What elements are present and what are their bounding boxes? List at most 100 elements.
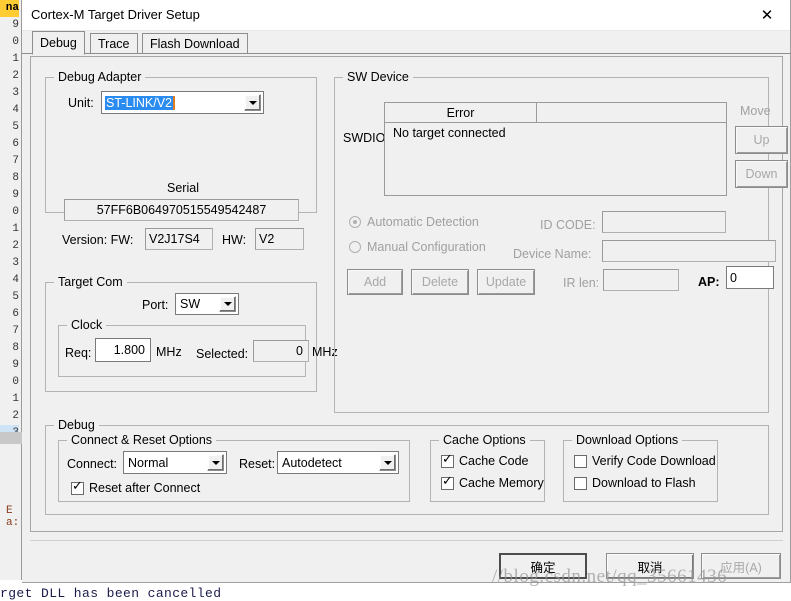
tab-trace[interactable]: Trace	[90, 33, 138, 54]
gutter-line: 4	[12, 104, 19, 116]
checkbox-unchecked-icon	[574, 476, 587, 490]
editor-scrollbar-thumb[interactable]	[0, 432, 22, 444]
chevron-down-icon[interactable]	[207, 454, 224, 471]
gutter-line: 9	[12, 19, 19, 31]
cancel-button[interactable]: 取消	[606, 553, 694, 579]
checkbox-cache-code-label: Cache Code	[459, 454, 529, 468]
id-code-label: ID CODE:	[540, 218, 596, 232]
target-driver-setup-dialog: Cortex-M Target Driver Setup ✕ Debug Tra…	[22, 0, 791, 583]
radio-automatic-detection: Automatic Detection	[349, 215, 479, 229]
gutter-line: 4	[12, 274, 19, 286]
ap-field[interactable]: 0	[726, 266, 774, 289]
group-cache-options: Cache Options Cache Code Cache Memory	[430, 433, 545, 502]
table-row[interactable]: No target connected	[385, 123, 726, 143]
gutter-line: 8	[12, 172, 19, 184]
group-sw-device: SW Device SWDIO Error No target connecte…	[334, 70, 788, 413]
group-target-com-legend: Target Com	[54, 275, 127, 289]
gutter-line: 0	[12, 206, 19, 218]
selected-label: Selected:	[196, 347, 249, 361]
port-combobox[interactable]: SW	[175, 293, 239, 315]
close-icon[interactable]: ✕	[744, 0, 790, 30]
ok-button[interactable]: 确定	[499, 553, 587, 579]
checkbox-cache-code[interactable]: Cache Code	[441, 452, 529, 468]
group-clock: Clock Req: 1.800 MHz Selected: 0 MHz	[58, 318, 338, 377]
column-header-blank[interactable]	[537, 103, 726, 122]
group-clock-legend: Clock	[67, 318, 107, 332]
footer-divider	[30, 540, 783, 541]
gutter-line: 6	[12, 138, 19, 150]
checkbox-download-to-flash-label: Download to Flash	[592, 476, 696, 490]
checkbox-verify-code-download[interactable]: Verify Code Download	[574, 454, 716, 468]
swdio-label: SWDIO	[343, 131, 386, 145]
tab-flash-download[interactable]: Flash Download	[142, 33, 248, 54]
gutter-line: 5	[12, 291, 19, 303]
group-debug-adapter: Debug Adapter Unit: ST-LINK/V2 Serial 57…	[45, 70, 317, 250]
gutter-line: 2	[12, 410, 19, 422]
checkbox-cache-memory[interactable]: Cache Memory	[441, 474, 544, 490]
req-label: Req:	[65, 346, 92, 360]
group-debug-adapter-legend: Debug Adapter	[54, 70, 146, 84]
delete-button: Delete	[411, 269, 469, 295]
sw-device-list-header: Error	[385, 103, 726, 123]
group-debug-legend: Debug	[54, 418, 99, 432]
reset-combobox-value: Autodetect	[282, 455, 342, 470]
dialog-title: Cortex-M Target Driver Setup	[31, 7, 200, 22]
checkbox-verify-code-download-label: Verify Code Download	[592, 454, 716, 468]
unit-label: Unit:	[68, 96, 94, 110]
reset-combobox[interactable]: Autodetect	[277, 451, 399, 474]
gutter-line: 8	[12, 342, 19, 354]
add-button: Add	[347, 269, 403, 295]
column-header-error[interactable]: Error	[385, 103, 537, 122]
dialog-titlebar: Cortex-M Target Driver Setup ✕	[22, 0, 790, 31]
gutter-line: 1	[12, 223, 19, 235]
port-label: Port:	[142, 298, 169, 312]
gutter-line: 3	[12, 257, 19, 269]
version-label: Version: FW:	[62, 233, 134, 247]
gutter-line: 1	[12, 53, 19, 65]
group-target-com: Target Com Port: SW Clock Req: 1.800 MHz…	[45, 275, 338, 392]
device-name-label: Device Name:	[513, 247, 592, 261]
move-up-button: Up	[735, 126, 788, 154]
gutter-line: 7	[12, 325, 19, 337]
group-connect-reset-legend: Connect & Reset Options	[67, 433, 217, 447]
req-clock-field[interactable]: 1.800	[95, 338, 151, 362]
checkbox-reset-after-connect[interactable]: Reset after Connect	[71, 479, 201, 495]
connect-combobox[interactable]: Normal	[123, 451, 227, 474]
chevron-down-icon[interactable]	[244, 94, 261, 111]
gutter-line: 5	[12, 121, 19, 133]
dialog-body-panel: Debug Adapter Unit: ST-LINK/V2 Serial 57…	[30, 56, 788, 532]
checkbox-reset-after-connect-label: Reset after Connect	[89, 481, 201, 495]
update-button: Update	[477, 269, 535, 295]
tab-strip: Debug Trace Flash Download	[22, 31, 791, 55]
port-combobox-value: SW	[180, 297, 201, 311]
id-code-field	[602, 211, 726, 233]
editor-line-number-gutter: na 9 0 1 2 3 4 5 6 7 8 9 0 1 2 3 4 5 6 7…	[0, 0, 22, 580]
group-connect-reset-options: Connect & Reset Options Connect: Normal …	[58, 433, 410, 502]
gutter-line: 3	[12, 87, 19, 99]
connect-combobox-value: Normal	[128, 455, 169, 470]
radio-manual-configuration: Manual Configuration	[349, 240, 486, 254]
req-unit-label: MHz	[156, 345, 182, 359]
move-down-button: Down	[735, 160, 788, 188]
chevron-down-icon[interactable]	[379, 454, 396, 471]
checkbox-checked-icon	[441, 452, 454, 468]
move-label: Move	[740, 104, 771, 118]
ir-len-label: IR len:	[563, 276, 600, 290]
selected-clock-field: 0	[253, 340, 309, 362]
unit-combobox[interactable]: ST-LINK/V2	[101, 91, 264, 114]
group-download-options: Download Options Verify Code Download Do…	[563, 433, 718, 502]
unit-combobox-value: ST-LINK/V2	[105, 95, 175, 110]
sw-device-list[interactable]: Error No target connected	[384, 102, 727, 196]
background-status-text: rget DLL has been cancelled	[0, 586, 222, 601]
tab-debug[interactable]: Debug	[32, 31, 85, 55]
ir-len-field	[603, 269, 679, 291]
group-sw-device-legend: SW Device	[343, 70, 413, 84]
checkbox-checked-icon	[71, 479, 84, 495]
chevron-down-icon[interactable]	[219, 296, 236, 312]
reset-label: Reset:	[239, 457, 276, 471]
gutter-line: na	[0, 0, 19, 17]
gutter-line: 6	[12, 308, 19, 320]
gutter-line: 9	[12, 359, 19, 371]
checkbox-download-to-flash[interactable]: Download to Flash	[574, 476, 696, 490]
group-cache-options-legend: Cache Options	[439, 433, 530, 447]
